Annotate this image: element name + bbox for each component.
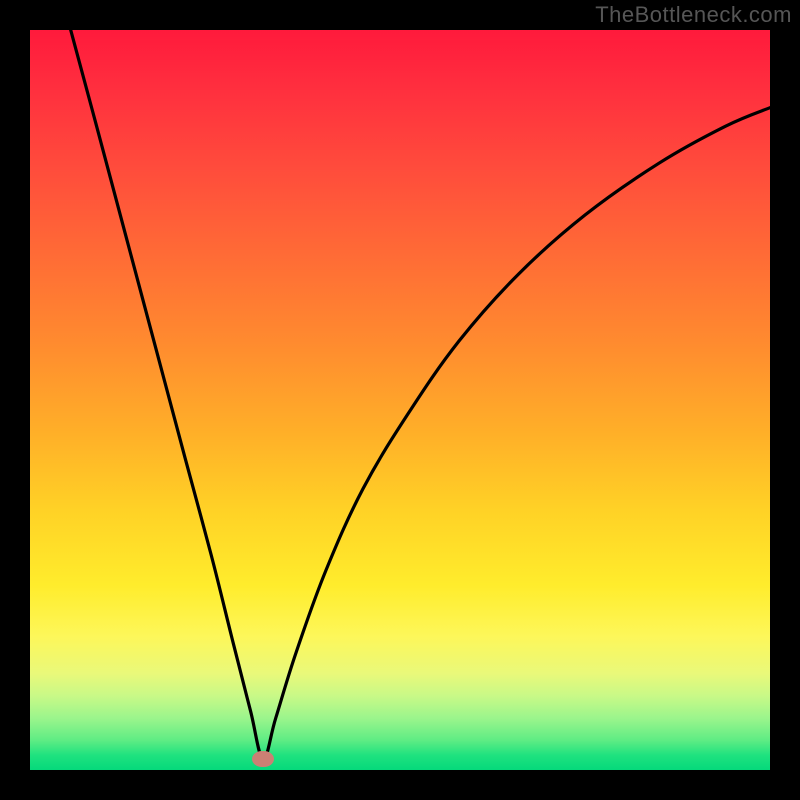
minimum-marker — [252, 751, 274, 767]
chart-frame: TheBottleneck.com — [0, 0, 800, 800]
curve-svg — [30, 30, 770, 770]
plot-area — [30, 30, 770, 770]
watermark-text: TheBottleneck.com — [595, 2, 792, 28]
bottleneck-curve — [71, 30, 770, 759]
